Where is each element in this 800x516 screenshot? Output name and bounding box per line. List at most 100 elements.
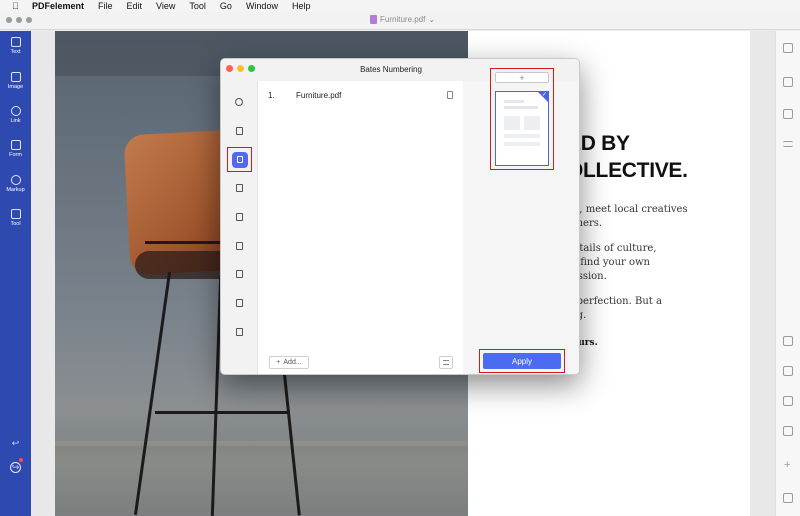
add-template-button[interactable]: +: [495, 72, 549, 83]
body-line: details of culture,: [567, 243, 657, 254]
chair-footrest: [155, 411, 290, 414]
tool-tool-label: Tool: [10, 221, 21, 227]
plus-icon: +: [276, 359, 281, 366]
bates-numbering-tool-active: [231, 151, 248, 168]
document-title[interactable]: Furniture.pdf ⌄: [370, 15, 435, 24]
convert-icon: [235, 98, 243, 106]
template-thumbnail[interactable]: ✓: [495, 91, 549, 166]
list-icon: [443, 360, 449, 365]
ocr-icon: [235, 127, 243, 135]
window-controls: [6, 17, 32, 23]
bookmark-icon[interactable]: [783, 109, 793, 119]
copy-icon: [235, 299, 243, 307]
chevron-down-icon: ⌄: [428, 15, 436, 24]
batch-ocr-button[interactable]: [234, 126, 244, 136]
page-replace-icon[interactable]: [783, 366, 793, 376]
trash-icon: [235, 328, 243, 336]
tool-link[interactable]: Link: [0, 106, 31, 124]
document-title-text: Furniture.pdf: [380, 15, 426, 24]
page-split-icon[interactable]: [783, 396, 793, 406]
fit-page-icon[interactable]: [783, 493, 793, 503]
page-heading-line-2: OLLECTIVE.: [567, 159, 688, 182]
batch-extract-button[interactable]: [234, 183, 244, 193]
bates-numbering-icon: [236, 156, 243, 163]
template-line: [504, 106, 538, 109]
undo-icon[interactable]: ↩: [0, 438, 31, 449]
watermark-icon: [235, 213, 243, 221]
file-list: 1. Furniture.pdf + Add...: [258, 81, 463, 374]
apple-menu-icon[interactable]: : [12, 1, 22, 11]
add-files-button[interactable]: + Add...: [269, 356, 309, 369]
template-block: [504, 134, 540, 138]
template-block: [524, 116, 540, 130]
page-icon[interactable]: [783, 77, 793, 87]
batch-print-button[interactable]: [234, 298, 244, 308]
tool-markup-label: Markup: [6, 187, 25, 193]
tool-markup[interactable]: Markup: [0, 175, 31, 193]
tool-link-label: Link: [10, 118, 21, 124]
batch-remove-button[interactable]: [234, 327, 244, 337]
batch-tools-rail: [221, 81, 258, 374]
window-titlebar: Furniture.pdf ⌄: [0, 12, 800, 30]
template-highlight: + ✓: [490, 68, 554, 170]
menu-app[interactable]: PDFelement: [32, 1, 84, 11]
page-range-icon[interactable]: [447, 91, 453, 99]
form-icon: [10, 140, 21, 150]
menu-window[interactable]: Window: [246, 1, 278, 11]
bates-numbering-tool-button[interactable]: [227, 147, 252, 172]
menu-help[interactable]: Help: [292, 1, 311, 11]
menu-tool[interactable]: Tool: [189, 1, 206, 11]
tool-tool[interactable]: Tool: [0, 209, 31, 227]
apply-button[interactable]: Apply: [483, 353, 561, 369]
photo-reflection: [55, 446, 468, 461]
template-block: [504, 116, 520, 130]
menu-bar:  PDFelement File Edit View Tool Go Wind…: [0, 0, 800, 12]
body-line: na, meet local creatives: [567, 204, 688, 215]
file-index: 1.: [268, 90, 275, 100]
zoom-in-icon[interactable]: +: [784, 459, 790, 471]
batch-convert-button[interactable]: [234, 97, 244, 107]
add-files-label: Add...: [283, 359, 302, 366]
tool-image[interactable]: Image: [0, 72, 31, 90]
notification-dot: [19, 458, 23, 462]
tool-form[interactable]: Form: [0, 140, 31, 158]
tool-text[interactable]: Text: [0, 37, 31, 55]
list-options-button[interactable]: [439, 356, 453, 369]
account-icon[interactable]: [10, 462, 21, 473]
tool-image-label: Image: [7, 84, 24, 90]
markup-icon: [10, 175, 21, 185]
menu-file[interactable]: File: [98, 1, 113, 11]
bates-numbering-dialog: Bates Numbering 1. Furniture.pdf + Add..…: [220, 58, 580, 375]
menu-go[interactable]: Go: [220, 1, 232, 11]
background-icon: [235, 242, 243, 250]
pdf-file-icon: [370, 15, 377, 24]
lock-icon: [235, 270, 243, 278]
template-pane: + ✓ Apply: [463, 68, 579, 374]
toolbox-icon: [10, 209, 21, 219]
file-list-row[interactable]: 1. Furniture.pdf: [268, 89, 453, 101]
menu-edit[interactable]: Edit: [127, 1, 143, 11]
right-panel-toolbar: +: [775, 31, 800, 516]
template-line: [504, 100, 524, 103]
link-icon: [10, 106, 21, 116]
extract-data-icon: [235, 184, 243, 192]
page-crop-icon[interactable]: [783, 426, 793, 436]
file-name: Furniture.pdf: [296, 90, 342, 100]
page-extract-icon[interactable]: [783, 336, 793, 346]
batch-encrypt-button[interactable]: [234, 269, 244, 279]
thumbnails-icon[interactable]: [783, 43, 793, 53]
batch-watermark-button[interactable]: [234, 212, 244, 222]
batch-background-button[interactable]: [234, 241, 244, 251]
left-toolbar: Text Image Link Form Markup Tool ↩ ↪: [0, 31, 31, 516]
apply-highlight: Apply: [479, 349, 565, 373]
outline-icon[interactable]: [783, 141, 793, 147]
image-icon: [10, 72, 21, 82]
template-block: [504, 142, 540, 146]
window-minimize-button[interactable]: [16, 17, 22, 23]
window-zoom-button[interactable]: [26, 17, 32, 23]
tool-form-label: Form: [9, 152, 22, 158]
tool-text-label: Text: [10, 49, 21, 55]
pen-icon: [10, 37, 21, 47]
window-close-button[interactable]: [6, 17, 12, 23]
menu-view[interactable]: View: [156, 1, 175, 11]
